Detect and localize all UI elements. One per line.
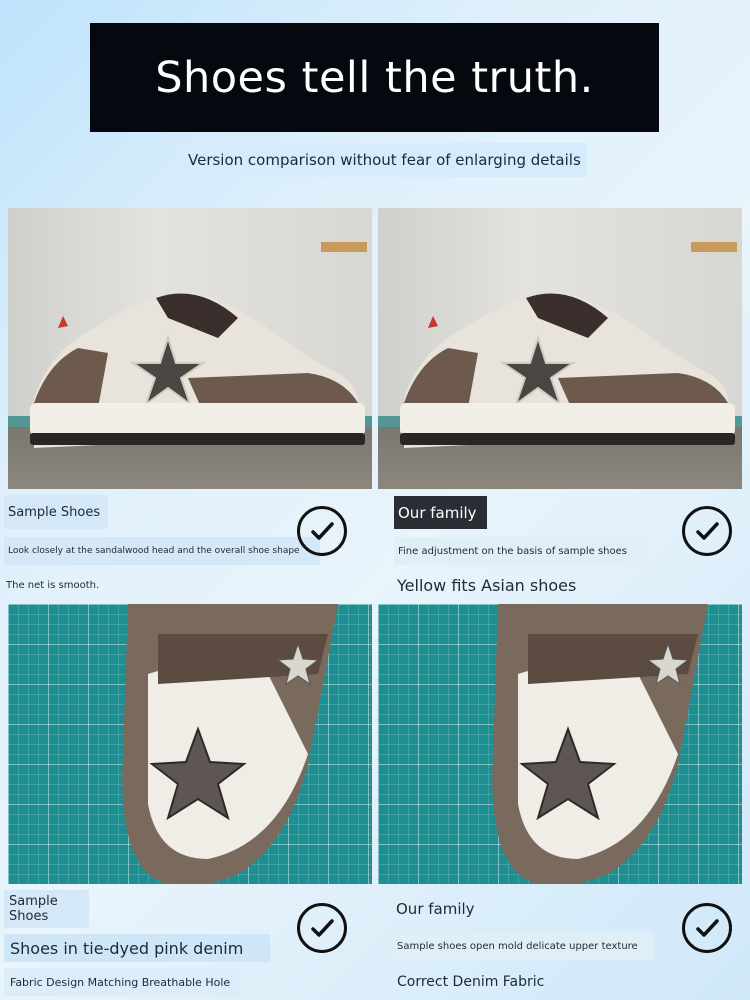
our-note: Sample shoes open mold delicate upper te… [392, 932, 654, 960]
sample-shoes-tag: Sample Shoes [4, 495, 109, 529]
our-detail: Correct Denim Fabric [397, 974, 545, 990]
title-banner: Shoes tell the truth. [90, 23, 659, 132]
checkmark-circle-icon [682, 903, 732, 953]
sample-detail: The net is smooth. [6, 579, 100, 591]
sample-note: Shoes in tie-dyed pink denim [4, 934, 270, 962]
sample-shoe-side-photo [8, 208, 372, 489]
checkmark-circle-icon [297, 903, 347, 953]
our-detail: Yellow fits Asian shoes [397, 575, 577, 595]
sample-shoes-tag: Sample Shoes [4, 890, 89, 928]
sneaker-closeup-image [492, 604, 708, 884]
sample-note: Look closely at the sandalwood head and … [4, 537, 320, 565]
checkmark-circle-icon [682, 506, 732, 556]
page-title: Shoes tell the truth. [155, 52, 594, 103]
sneaker-side-image [400, 292, 735, 448]
sneaker-closeup-image [122, 604, 338, 884]
our-shoe-closeup-photo [378, 604, 742, 884]
sample-detail: Fabric Design Matching Breathable Hole [4, 968, 241, 996]
our-note: Fine adjustment on the basis of sample s… [394, 537, 647, 565]
sample-tag-line1: Sample [9, 894, 58, 909]
our-family-tag: Our family [396, 900, 475, 918]
checkmark-circle-icon [297, 506, 347, 556]
sneaker-side-image [30, 292, 365, 448]
our-family-tag: Our family [394, 496, 487, 529]
our-shoe-side-photo [378, 208, 742, 489]
sample-tag-line2: Shoes [9, 909, 49, 924]
sample-shoe-closeup-photo [8, 604, 372, 884]
subtitle: Version comparison without fear of enlar… [182, 143, 587, 177]
